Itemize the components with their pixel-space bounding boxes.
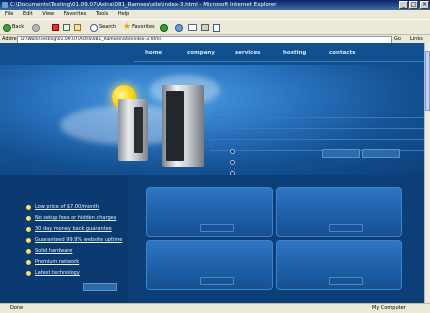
content-panel-1 (146, 187, 273, 237)
back-arrow-icon (3, 23, 11, 32)
edit-page-icon (213, 23, 220, 32)
favorites-star-icon: ★ (123, 22, 132, 32)
back-label: Back (12, 24, 25, 30)
bullet-icon (26, 216, 31, 221)
edit-button[interactable] (213, 23, 220, 32)
maximize-button[interactable]: □ (409, 1, 418, 9)
nav-hosting[interactable]: hosting (283, 50, 306, 56)
nav-services[interactable]: services (235, 50, 260, 56)
feature-link-3[interactable]: 30 day money back guarantee (35, 226, 112, 232)
favorites-button[interactable]: ★ Favorites (123, 23, 155, 32)
stop-button[interactable] (52, 23, 59, 32)
hero-dot-2[interactable] (230, 160, 235, 165)
print-icon (201, 24, 209, 31)
media-button[interactable] (160, 23, 168, 32)
vertical-scrollbar[interactable] (424, 43, 430, 303)
hero-button-2[interactable] (362, 149, 400, 158)
menu-help[interactable]: Help (118, 11, 129, 17)
refresh-icon (63, 24, 70, 31)
menu-tools[interactable]: Tools (96, 11, 108, 17)
panel-3-button[interactable] (200, 277, 234, 285)
server-right-icon (162, 85, 204, 167)
panel-1-button[interactable] (200, 224, 234, 232)
bullet-icon (26, 249, 31, 254)
bullet-icon (26, 227, 31, 232)
mail-button[interactable] (188, 23, 197, 32)
go-button[interactable]: Go (394, 36, 401, 43)
back-button[interactable]: Back (3, 23, 24, 32)
hero-banner (0, 65, 424, 175)
site-nav: home company services hosting contacts (0, 43, 424, 65)
nav-underline (134, 61, 424, 62)
hero-dot-3[interactable] (230, 171, 235, 175)
scrollbar-thumb[interactable] (425, 51, 430, 111)
feature-link-1[interactable]: Low price of $7.00/month (35, 204, 99, 210)
feature-link-6[interactable]: Premium network (35, 259, 79, 265)
home-button[interactable] (74, 23, 81, 32)
features-more-button[interactable] (83, 283, 117, 291)
menu-file[interactable]: File (5, 11, 13, 17)
content-panel-2 (276, 187, 402, 237)
search-button[interactable]: Search (90, 23, 116, 32)
hero-dot-1[interactable] (230, 149, 235, 154)
bullet-icon (26, 205, 31, 210)
print-button[interactable] (201, 23, 209, 32)
hero-line (210, 128, 424, 129)
feature-link-7[interactable]: Latest technology (35, 270, 80, 276)
toolbar: Back Search ★ Favorites (0, 19, 430, 35)
panel-2-button[interactable] (329, 224, 363, 232)
ie-icon (2, 2, 8, 8)
content-panel-3 (146, 240, 273, 290)
forward-button[interactable] (32, 23, 40, 32)
minimize-button[interactable]: _ (399, 1, 408, 9)
bullet-icon (26, 271, 31, 276)
links-button[interactable]: Links (410, 36, 423, 43)
close-button[interactable]: × (420, 1, 429, 9)
home-icon (74, 24, 81, 31)
feature-link-2[interactable]: No setup fees or hidden charges (35, 215, 116, 221)
mail-icon (188, 24, 197, 31)
menu-view[interactable]: View (42, 11, 54, 17)
stop-icon (52, 24, 59, 31)
menu-bar: File Edit View Favorites Tools Help (0, 10, 430, 19)
bullet-icon (26, 238, 31, 243)
web-page: home company services hosting contacts L… (0, 43, 424, 303)
hero-line (210, 117, 424, 118)
search-icon (90, 23, 98, 32)
favorites-label: Favorites (132, 24, 155, 30)
menu-favorites[interactable]: Favorites (64, 11, 87, 17)
content-panel-4 (276, 240, 402, 290)
nav-contacts[interactable]: contacts (329, 50, 355, 56)
feature-link-4[interactable]: Guaranteed 99.9% website uptime (35, 237, 122, 243)
nav-company[interactable]: company (187, 50, 215, 56)
search-label: Search (99, 24, 117, 30)
panel-4-button[interactable] (329, 277, 363, 285)
hero-line (210, 139, 424, 140)
history-button[interactable] (175, 23, 183, 32)
window-title: C:\Documents\Testing\01.09.07\Astra\081_… (10, 2, 277, 8)
history-icon (175, 23, 183, 32)
menu-edit[interactable]: Edit (23, 11, 33, 17)
hero-button-1[interactable] (322, 149, 360, 158)
refresh-button[interactable] (63, 23, 70, 32)
forward-arrow-icon (32, 23, 40, 32)
feature-link-5[interactable]: Solid hardware (35, 248, 72, 254)
media-icon (160, 23, 168, 32)
window-titlebar: C:\Documents\Testing\01.09.07\Astra\081_… (0, 0, 430, 10)
server-left-icon (118, 99, 148, 161)
nav-home[interactable]: home (145, 50, 162, 56)
bullet-icon (26, 260, 31, 265)
